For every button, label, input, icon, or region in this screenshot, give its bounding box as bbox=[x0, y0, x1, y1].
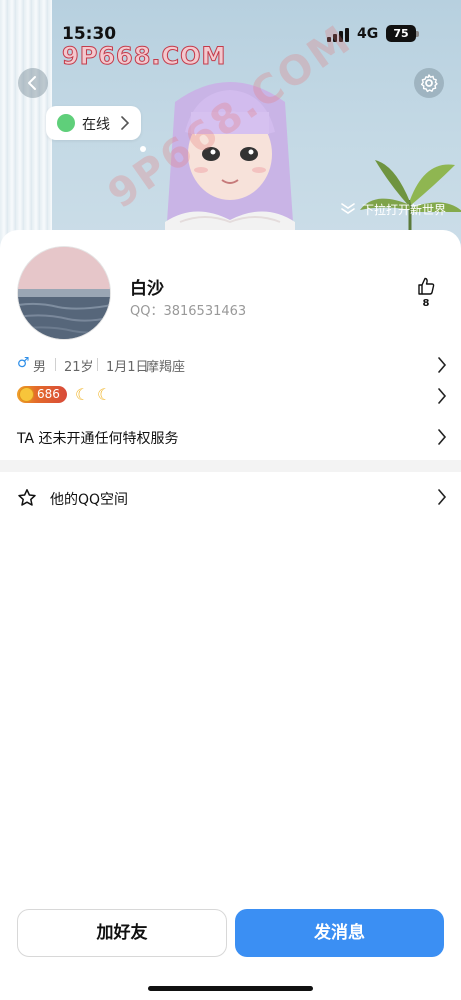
chevron-right-icon bbox=[438, 489, 447, 505]
star-icon bbox=[18, 489, 36, 506]
section-divider bbox=[0, 460, 461, 472]
watermark-text: 9P668.COM bbox=[61, 42, 227, 71]
moon-icon: ☾ bbox=[97, 385, 112, 404]
profile-hero-banner: 15:30 4G 75 9P668.COM 在线 下拉打开新世界 bbox=[0, 0, 461, 250]
qq-number: QQ：3816531463 bbox=[130, 304, 247, 319]
battery-cap bbox=[416, 31, 419, 37]
gender-text: 男 bbox=[33, 360, 47, 375]
privilege-text: TA 还未开通任何特权服务 bbox=[17, 431, 179, 447]
double-chevron-down-icon bbox=[341, 203, 355, 214]
chevron-right-icon bbox=[438, 388, 447, 404]
avatar[interactable] bbox=[17, 246, 111, 340]
add-friend-button[interactable]: 加好友 bbox=[17, 909, 227, 957]
like-button[interactable]: 8 bbox=[412, 276, 440, 316]
speech-bubble-tail bbox=[140, 146, 146, 152]
battery-icon: 75 bbox=[386, 25, 416, 42]
privilege-row[interactable]: TA 还未开通任何特权服务 bbox=[17, 426, 447, 450]
home-indicator[interactable] bbox=[148, 986, 313, 991]
back-button[interactable] bbox=[18, 68, 48, 98]
basic-info-row[interactable]: ♂ 男 21岁 1月1日 摩羯座 bbox=[17, 354, 447, 376]
zodiac-text: 摩羯座 bbox=[146, 360, 186, 375]
settings-button[interactable] bbox=[414, 68, 444, 98]
profile-card: 白沙 QQ：3816531463 8 ♂ 男 21岁 1月1日 摩羯座 686 … bbox=[0, 230, 461, 1000]
qzone-row[interactable]: 他的QQ空间 bbox=[17, 486, 447, 512]
network-type: 4G bbox=[357, 26, 379, 42]
thumbs-up-icon bbox=[418, 277, 435, 295]
level-badges-row[interactable]: 686 ☾ ☾ bbox=[17, 385, 447, 407]
chevron-right-icon bbox=[121, 116, 130, 130]
divider bbox=[97, 358, 98, 371]
chevron-right-icon bbox=[438, 429, 447, 445]
avatar-landscape bbox=[18, 247, 110, 339]
chevron-left-icon bbox=[28, 76, 36, 90]
chevron-right-icon bbox=[438, 357, 447, 373]
level-value: 686 bbox=[37, 387, 60, 401]
pull-down-hint-text: 下拉打开新世界 bbox=[362, 203, 447, 217]
moon-icon: ☾ bbox=[75, 385, 90, 404]
online-status-pill[interactable]: 在线 bbox=[46, 106, 141, 140]
status-time: 15:30 bbox=[62, 24, 117, 44]
male-icon: ♂ bbox=[17, 355, 30, 371]
birthday-text: 1月1日 bbox=[106, 360, 149, 375]
plant-decoration bbox=[360, 160, 461, 240]
signal-icon bbox=[327, 28, 349, 42]
online-dot-icon bbox=[57, 114, 75, 132]
level-badge: 686 bbox=[17, 386, 67, 403]
online-status-label: 在线 bbox=[82, 117, 110, 133]
avatar-figure bbox=[165, 82, 295, 247]
crown-icon bbox=[19, 387, 34, 402]
divider bbox=[55, 358, 56, 371]
send-message-button[interactable]: 发消息 bbox=[235, 909, 444, 957]
qzone-label: 他的QQ空间 bbox=[50, 492, 129, 508]
nickname: 白沙 bbox=[130, 279, 164, 299]
like-count: 8 bbox=[422, 298, 430, 309]
gear-icon bbox=[420, 74, 438, 93]
age-text: 21岁 bbox=[64, 360, 94, 375]
